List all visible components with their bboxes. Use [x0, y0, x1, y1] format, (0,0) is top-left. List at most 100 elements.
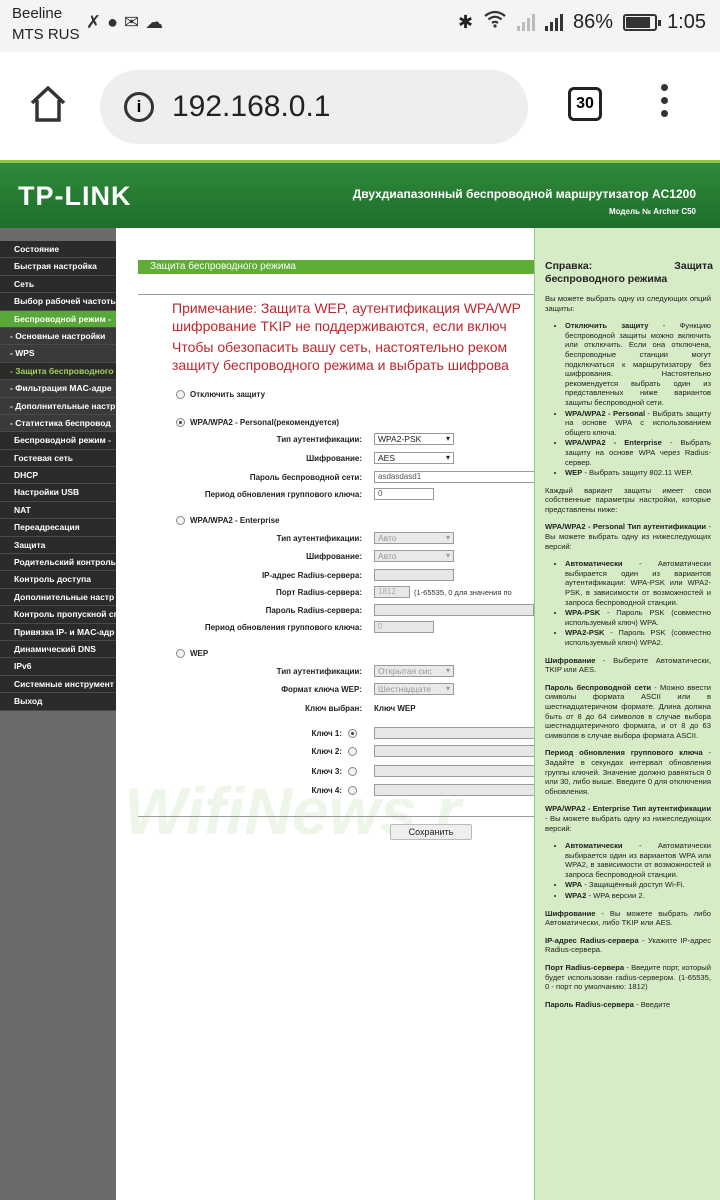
- disable-security-radio[interactable]: [176, 390, 185, 399]
- note-line-3: Чтобы обезопасить вашу сеть, настоятельн…: [172, 339, 508, 355]
- key2-radio[interactable]: [348, 747, 357, 756]
- phone-screen: Beeline MTS RUS ✗●✉☁ ✱ 86% 1:05 i 192.16…: [0, 0, 720, 1200]
- help-paragraph: Каждый вариант защиты имеет свои собстве…: [545, 485, 711, 514]
- tabs-button[interactable]: 30: [568, 87, 602, 121]
- sidebar-item-bandwidth[interactable]: Контроль пропускной сп: [0, 606, 116, 624]
- sidebar: Состояние Быстрая настройка Сеть Выбор р…: [0, 228, 116, 1200]
- sidebar-item-nat[interactable]: NAT: [0, 501, 116, 520]
- help-panel: Справка: Защита беспроводного режима Вы м…: [534, 228, 720, 1200]
- sidebar-item-basic[interactable]: - Основные настройки: [0, 327, 116, 346]
- auth-type-select[interactable]: WPA2-PSK: [374, 433, 454, 445]
- mail-icon: ✉: [123, 12, 146, 32]
- help-paragraph: Пароль беспроводной сети - Можно ввести …: [545, 682, 711, 740]
- wep-key-format-select[interactable]: Шестнадцате: [374, 683, 454, 695]
- divider: [138, 294, 534, 295]
- wep-label: WEP: [190, 649, 209, 658]
- help-list-item: WPA - Защищённый доступ Wi-Fi.: [565, 880, 711, 890]
- sidebar-item-band[interactable]: Выбор рабочей частоты: [0, 293, 116, 311]
- radius-password-input[interactable]: [374, 604, 534, 616]
- help-title-left: Справка:: [545, 260, 593, 272]
- sidebar-item-ipv6[interactable]: IPv6: [0, 658, 116, 676]
- help-intro: Вы можете выбрать одну из следующих опци…: [545, 294, 711, 313]
- router-header: TP-LINK Двухдиапазонный беспроводной мар…: [0, 160, 720, 228]
- info-icon[interactable]: i: [124, 92, 154, 122]
- radius-port-input[interactable]: 1812: [374, 586, 410, 598]
- carrier-1: Beeline: [12, 5, 63, 22]
- key4-input[interactable]: [374, 784, 534, 796]
- key1-input[interactable]: [374, 727, 534, 739]
- missed-call-icon: ✗: [86, 12, 108, 32]
- help-paragraph: WPA/WPA2 - Personal Тип аутентификации -…: [545, 522, 712, 551]
- sidebar-item-ip-mac-binding[interactable]: Привязка IP- и MAC-адр: [0, 623, 116, 641]
- sidebar-item-status[interactable]: Состояние: [0, 241, 116, 259]
- sidebar-item-wps[interactable]: - WPS: [0, 345, 116, 363]
- sidebar-item-forwarding[interactable]: Переадресация: [0, 519, 116, 537]
- sidebar-item-usb[interactable]: Настройки USB: [0, 484, 116, 502]
- encryption-label: Шифрование:: [306, 454, 362, 463]
- wpa-personal-label: WPA/WPA2 - Personal(рекомендуется): [190, 418, 340, 427]
- sidebar-item-security[interactable]: Защита: [0, 536, 116, 555]
- sidebar-item-advanced[interactable]: - Дополнительные настр: [0, 397, 116, 415]
- wpa-enterprise-radio[interactable]: [176, 516, 185, 525]
- overflow-menu-button[interactable]: [654, 84, 674, 128]
- key-selected-label: Ключ выбран:: [305, 704, 362, 713]
- key3-label: Ключ 3:: [311, 767, 342, 776]
- section-title: Защита беспроводного режима: [138, 260, 534, 274]
- help-list-item: WPA2 - WPA версии 2.: [565, 891, 711, 901]
- help-title: Справка: Защита беспроводного режима: [545, 260, 713, 286]
- note-line-1: Примечание: Защита WEP, аутентификация W…: [172, 300, 521, 316]
- status-bar: Beeline MTS RUS ✗●✉☁ ✱ 86% 1:05: [0, 0, 720, 52]
- help-paragraph: Шифрование - Вы можете выбрать либо Авто…: [545, 908, 711, 928]
- main-content: WifiNews.r Защита беспроводного режима П…: [116, 228, 534, 1200]
- sidebar-item-wireless-2[interactable]: Беспроводной режим -: [0, 432, 116, 450]
- encryption-select[interactable]: AES: [374, 452, 454, 464]
- key2-input[interactable]: [374, 745, 534, 757]
- router-title: Двухдиапазонный беспроводной маршрутизат…: [352, 187, 696, 201]
- wifi-icon: [483, 10, 507, 34]
- help-paragraph: Шифрование - Выберите Автоматически, TKI…: [545, 655, 711, 675]
- ent-auth-type-select[interactable]: Авто: [374, 532, 454, 544]
- auth-type-label: Тип аутентификации:: [276, 435, 362, 444]
- sidebar-item-statistics[interactable]: - Статистика беспровод: [0, 414, 116, 433]
- sidebar-item-wireless[interactable]: Беспроводной режим -: [0, 310, 116, 328]
- help-list-item: WPA/WPA2 - Personal - Выбрать защиту на …: [565, 409, 711, 438]
- home-icon: [30, 86, 66, 122]
- group-key-input[interactable]: 0: [374, 488, 434, 500]
- home-button[interactable]: [26, 82, 70, 126]
- sidebar-item-dhcp[interactable]: DHCP: [0, 467, 116, 485]
- wpa-personal-radio[interactable]: [176, 418, 185, 427]
- help-title-line2: беспроводного режима: [545, 273, 668, 285]
- sidebar-item-ddns[interactable]: Динамический DNS: [0, 640, 116, 659]
- sidebar-item-logout[interactable]: Выход: [0, 693, 116, 711]
- ent-group-key-input[interactable]: 0: [374, 621, 434, 633]
- sidebar-item-quick-setup[interactable]: Быстрая настройка: [0, 258, 116, 276]
- key3-input[interactable]: [374, 765, 534, 777]
- key4-radio[interactable]: [348, 786, 357, 795]
- help-options-list: Отключить защиту - Функцию беспроводной …: [565, 321, 711, 478]
- radius-ip-label: IP-адрес Radius-сервера:: [261, 571, 362, 580]
- help-enterprise-list: Автоматически - Автоматически выбирается…: [565, 841, 711, 901]
- bluetooth-icon: ✱: [457, 11, 474, 32]
- address-bar[interactable]: i 192.168.0.1: [100, 70, 528, 144]
- wep-radio[interactable]: [176, 649, 185, 658]
- save-button[interactable]: Сохранить: [390, 824, 472, 840]
- disable-security-label: Отключить защиту: [190, 390, 266, 399]
- sidebar-item-wireless-security[interactable]: - Защита беспроводного: [0, 362, 116, 381]
- sidebar-item-mac-filter[interactable]: - Фильтрация MAC-адре: [0, 380, 116, 398]
- sidebar-item-parental[interactable]: Родительский контроль: [0, 554, 116, 572]
- wireless-password-input[interactable]: asdasdasd1: [374, 471, 534, 483]
- radius-ip-input[interactable]: [374, 569, 454, 581]
- tp-link-logo: TP-LINK: [18, 181, 132, 211]
- sidebar-item-network[interactable]: Сеть: [0, 275, 116, 294]
- sidebar-item-guest[interactable]: Гостевая сеть: [0, 449, 116, 468]
- help-paragraph: Пароль Radius-сервера - Введите: [545, 999, 671, 1009]
- key3-radio[interactable]: [348, 767, 357, 776]
- help-list-item: WEP - Выбрать защиту 802.11 WEP.: [565, 468, 711, 478]
- sidebar-item-advanced-settings[interactable]: Дополнительные настр: [0, 588, 116, 607]
- sidebar-item-access[interactable]: Контроль доступа: [0, 571, 116, 589]
- key1-radio[interactable]: [348, 729, 357, 738]
- url-text[interactable]: 192.168.0.1: [172, 90, 330, 124]
- ent-encryption-select[interactable]: Авто: [374, 550, 454, 562]
- sidebar-item-system-tools[interactable]: Системные инструмент: [0, 675, 116, 694]
- wep-auth-type-select[interactable]: Открытая сис: [374, 665, 454, 677]
